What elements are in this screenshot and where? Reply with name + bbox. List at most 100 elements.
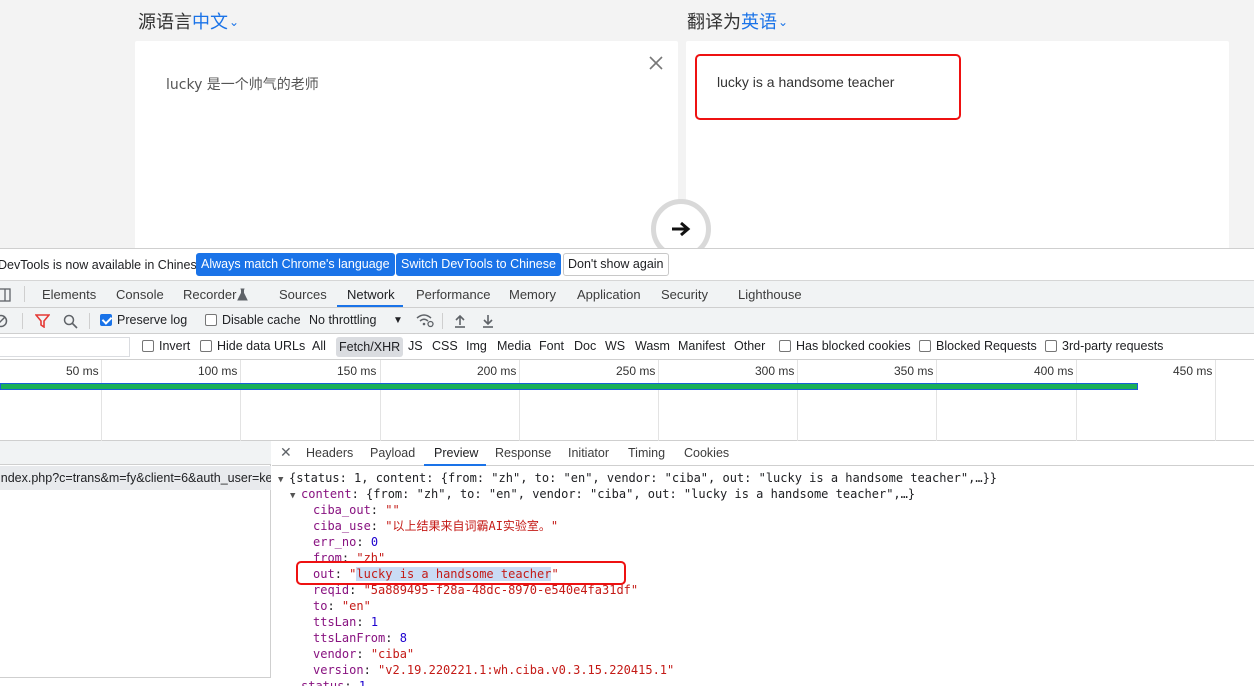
timeline-tick: 200 ms	[477, 364, 517, 378]
tab-console[interactable]: Console	[116, 287, 164, 302]
has-blocked-cookies-checkbox[interactable]: Has blocked cookies	[779, 339, 911, 353]
filter-type-img[interactable]: Img	[466, 339, 487, 353]
filter-input[interactable]	[0, 337, 130, 357]
filter-type-doc[interactable]: Doc	[574, 339, 596, 353]
json-property-row: ttsLan: 1	[313, 615, 379, 629]
source-language-label: 源语言	[138, 12, 192, 33]
arrow-right-icon	[672, 221, 691, 237]
tab-timing[interactable]: Timing	[628, 446, 665, 460]
filter-icon[interactable]	[35, 314, 50, 328]
json-property-row: status: 1	[301, 678, 366, 686]
target-language-selector[interactable]: 翻译为英语⌄	[687, 8, 788, 34]
tab-security[interactable]: Security	[661, 287, 708, 302]
tab-response[interactable]: Response	[495, 446, 551, 460]
json-property-row: to: "en"	[313, 599, 371, 613]
request-row[interactable]: index.php?c=trans&m=fy&client=6&auth_use…	[0, 466, 271, 490]
invert-checkbox[interactable]: Invert	[142, 339, 190, 353]
source-language-value[interactable]: 中文	[192, 12, 228, 33]
chevron-down-icon[interactable]: ⌄	[778, 15, 788, 29]
grid-line	[1215, 360, 1216, 441]
match-language-button[interactable]: Always match Chrome's language	[196, 253, 395, 276]
tab-memory[interactable]: Memory	[509, 287, 556, 302]
json-property-row: err_no: 0	[313, 535, 379, 549]
checkbox-icon[interactable]	[1045, 340, 1057, 352]
out-highlight-box	[296, 561, 626, 585]
checkbox-icon[interactable]	[200, 340, 212, 352]
divider	[442, 313, 443, 329]
filter-type-all[interactable]: All	[312, 339, 326, 353]
detail-tabbar: ✕ Headers Payload Preview Response Initi…	[272, 441, 1254, 466]
source-text-input[interactable]: lucky 是一个帅气的老师	[166, 74, 319, 94]
checkbox-icon[interactable]	[779, 340, 791, 352]
close-icon[interactable]: ✕	[280, 444, 292, 461]
filter-type-font[interactable]: Font	[539, 339, 564, 353]
timeline-overview[interactable]: 50 ms 100 ms 150 ms 200 ms 250 ms 300 ms…	[0, 360, 1254, 441]
tab-recorder[interactable]: Recorder	[183, 287, 236, 302]
active-tab-indicator	[337, 305, 403, 307]
filter-type-other[interactable]: Other	[734, 339, 765, 353]
devtools-tabbar: Elements Console Recorder Sources Networ…	[0, 281, 1254, 308]
dock-side-icon[interactable]	[0, 288, 12, 302]
tab-preview[interactable]: Preview	[434, 446, 478, 460]
tab-lighthouse[interactable]: Lighthouse	[738, 287, 802, 302]
expand-triangle-icon[interactable]: ▼	[278, 472, 289, 488]
switch-to-chinese-button[interactable]: Switch DevTools to Chinese	[396, 253, 561, 276]
tab-initiator[interactable]: Initiator	[568, 446, 609, 460]
filter-type-js[interactable]: JS	[408, 339, 423, 353]
close-icon[interactable]	[647, 54, 665, 72]
has-blocked-cookies-label: Has blocked cookies	[796, 339, 911, 353]
hide-data-urls-checkbox[interactable]: Hide data URLs	[200, 339, 305, 353]
source-text-panel[interactable]: lucky 是一个帅气的老师	[135, 41, 678, 248]
filter-type-ws[interactable]: WS	[605, 339, 625, 353]
json-value: 0	[370, 535, 379, 549]
tab-application[interactable]: Application	[577, 287, 641, 302]
filter-type-fetch-xhr[interactable]: Fetch/XHR	[336, 337, 404, 357]
tab-performance[interactable]: Performance	[416, 287, 490, 302]
disable-cache-checkbox[interactable]: Disable cache	[205, 313, 301, 327]
third-party-checkbox[interactable]: 3rd-party requests	[1045, 339, 1163, 353]
tab-headers[interactable]: Headers	[306, 446, 353, 460]
tab-payload[interactable]: Payload	[370, 446, 415, 460]
tab-sources[interactable]: Sources	[279, 287, 327, 302]
filter-type-media[interactable]: Media	[497, 339, 531, 353]
json-value: "v2.19.220221.1:wh.ciba.v0.3.15.220415.1…	[378, 663, 675, 677]
filter-type-wasm[interactable]: Wasm	[635, 339, 670, 353]
caret-down-icon[interactable]: ▼	[393, 315, 403, 326]
chevron-down-icon[interactable]: ⌄	[229, 15, 239, 29]
source-language-selector[interactable]: 源语言中文⌄	[138, 8, 239, 34]
divider	[89, 313, 90, 329]
import-har-icon[interactable]	[453, 313, 467, 328]
checkbox-icon[interactable]	[205, 314, 217, 326]
filter-type-manifest[interactable]: Manifest	[678, 339, 725, 353]
grid-line	[1076, 360, 1077, 441]
translator-area: 源语言中文⌄ 翻译为英语⌄ lucky 是一个帅气的老师 lucky is a …	[0, 0, 1254, 248]
tab-elements[interactable]: Elements	[42, 287, 96, 302]
throttling-select[interactable]: No throttling	[309, 313, 376, 327]
export-har-icon[interactable]	[481, 313, 495, 328]
json-key: vendor	[313, 647, 357, 661]
network-conditions-icon[interactable]	[416, 313, 434, 328]
timeline-tick: 250 ms	[616, 364, 656, 378]
checkbox-checked-icon[interactable]	[100, 314, 112, 326]
grid-line	[380, 360, 381, 441]
dont-show-again-button[interactable]: Don't show again	[563, 253, 669, 276]
tab-network[interactable]: Network	[347, 287, 395, 302]
tab-cookies[interactable]: Cookies	[684, 446, 729, 460]
target-language-value[interactable]: 英语	[741, 12, 777, 33]
request-name[interactable]: index.php?c=trans&m=fy&client=6&auth_use…	[0, 466, 271, 490]
checkbox-icon[interactable]	[142, 340, 154, 352]
expand-triangle-icon[interactable]: ▼	[290, 488, 301, 504]
grid-line	[658, 360, 659, 441]
json-property-row: vendor: "ciba"	[313, 647, 415, 661]
json-content-summary: {from: "zh", to: "en", vendor: "ciba", o…	[366, 487, 916, 501]
result-highlight-box	[695, 54, 961, 120]
preserve-log-checkbox[interactable]: Preserve log	[100, 313, 187, 327]
blocked-requests-checkbox[interactable]: Blocked Requests	[919, 339, 1037, 353]
filter-type-css[interactable]: CSS	[432, 339, 458, 353]
search-icon[interactable]	[63, 314, 78, 329]
clear-log-icon[interactable]	[0, 314, 8, 328]
json-key: to	[313, 599, 328, 613]
checkbox-icon[interactable]	[919, 340, 931, 352]
json-value: "5a889495-f28a-48dc-8970-e540e4fa31df"	[363, 583, 639, 597]
json-key: reqid	[313, 583, 350, 597]
